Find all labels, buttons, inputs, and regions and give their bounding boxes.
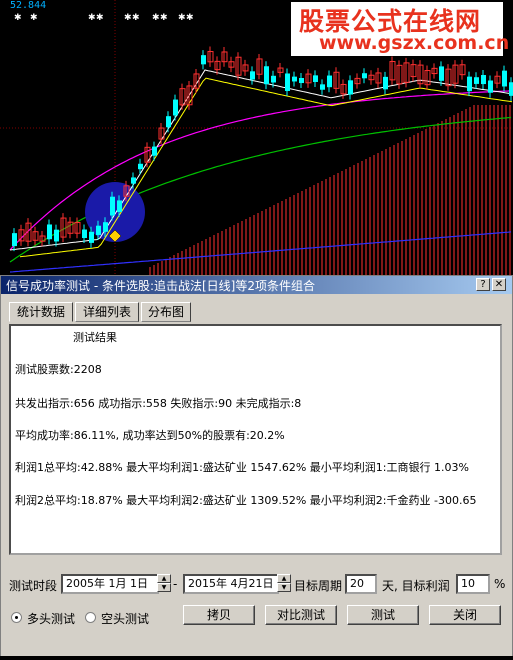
candle-body — [47, 224, 52, 240]
ma-magenta-line — [9, 90, 512, 251]
signal-mark: ✱ — [88, 13, 96, 23]
start-date-spinner[interactable]: ▲ ▼ — [157, 574, 171, 594]
candle-body — [138, 163, 143, 170]
compare-test-button[interactable]: 对比测试 — [265, 605, 337, 625]
dialog-title: 信号成功率测试 - 条件选股:追击战法[日线]等2项条件组合 — [6, 279, 316, 293]
tab-statistics[interactable]: 统计数据 — [9, 302, 73, 322]
result-profit1: 利润1总平均:42.88% 最大平均利润1:盛达矿业 1547.62% 最小平均… — [15, 461, 469, 474]
signal-mark: ✱ — [178, 13, 186, 23]
results-heading: 测试结果 — [73, 331, 117, 344]
candle-body — [96, 225, 101, 235]
bottom-strip — [0, 656, 513, 660]
candle-body — [383, 76, 388, 90]
candle-body — [82, 229, 87, 239]
tab-detail-list[interactable]: 详细列表 — [75, 302, 139, 322]
signal-mark: ✱ — [96, 13, 104, 23]
candle-body — [173, 99, 178, 116]
candle-body — [509, 82, 513, 96]
candle-body — [285, 73, 290, 91]
tab-distribution[interactable]: 分布图 — [141, 302, 191, 322]
period-label: 测试时段 — [9, 579, 58, 593]
candle-body — [474, 77, 479, 84]
candle-body — [12, 233, 17, 247]
target-profit-label: 天, 目标利润 — [382, 579, 450, 593]
candle-body — [327, 75, 332, 88]
ma-white-line — [9, 69, 512, 251]
watermark-url: www.gszx.com.cn — [319, 32, 510, 54]
close-button[interactable]: 关闭 — [429, 605, 501, 625]
candle-body — [313, 75, 318, 82]
candle-body — [362, 73, 367, 79]
close-window-button[interactable]: ✕ — [492, 278, 506, 291]
candle-body — [292, 76, 297, 82]
signal-marks: ✱ ✱ ✱ ✱ ✱ ✱ ✱ ✱ ✱ ✱ — [14, 13, 194, 23]
target-profit-input[interactable]: 10 — [456, 574, 490, 594]
signal-mark: ✱ — [124, 13, 132, 23]
candle-body — [481, 75, 486, 85]
results-panel: 测试结果 测试股票数:2208 共发出指示:656 成功指示:558 失败指示:… — [9, 324, 502, 555]
candle-body — [131, 177, 136, 184]
candle-body — [320, 84, 325, 90]
candle-body — [166, 116, 171, 128]
copy-button[interactable]: 拷贝 — [183, 605, 255, 625]
signal-mark: ✱ — [160, 13, 168, 23]
target-period-label: 目标周期 — [294, 579, 343, 593]
candle-body — [54, 229, 59, 242]
target-period-input[interactable]: 20 — [345, 574, 377, 594]
run-test-button[interactable]: 测试 — [347, 605, 419, 625]
radio-short-test[interactable] — [85, 612, 96, 623]
watermark: 股票公式在线网 www.gszx.com.cn — [291, 2, 509, 56]
result-profit2: 利润2总平均:18.87% 最大平均利润2:盛达矿业 1309.52% 最小平均… — [15, 494, 477, 507]
end-date-input[interactable]: 2015年 4月21日 — [183, 574, 279, 594]
end-date-spinner[interactable]: ▲ ▼ — [277, 574, 291, 594]
candle-body — [152, 146, 157, 156]
candle-body — [103, 222, 108, 232]
candle-body — [502, 70, 507, 87]
price-readout: 52.844 — [10, 0, 47, 11]
radio-long-test[interactable] — [11, 612, 22, 623]
signal-mark: ✱ — [152, 13, 160, 23]
candle-body — [439, 66, 444, 81]
candle-body — [117, 200, 122, 212]
ma-green-line — [9, 116, 512, 263]
date-dash: - — [173, 577, 178, 591]
signal-test-dialog: 信号成功率测试 - 条件选股:追击战法[日线]等2项条件组合 ? ✕ 统计数据 … — [0, 275, 513, 658]
result-stock-count: 测试股票数:2208 — [15, 363, 102, 376]
result-success-rate: 平均成功率:86.11%, 成功率达到50%的股票有:20.2% — [15, 429, 285, 442]
candle-body — [299, 78, 304, 84]
candle-body — [488, 80, 493, 93]
signal-mark: ✱ — [14, 13, 22, 23]
candle-body — [271, 75, 276, 83]
candle-body — [348, 80, 353, 95]
start-date-input[interactable]: 2005年 1月 1日 — [61, 574, 159, 594]
signal-mark: ✱ — [132, 13, 140, 23]
result-signals: 共发出指示:656 成功指示:558 失败指示:90 未完成指示:8 — [15, 397, 302, 410]
candle-body — [201, 55, 206, 65]
candle-body — [89, 231, 94, 243]
candle-body — [264, 66, 269, 85]
signal-mark: ✱ — [30, 13, 38, 23]
signal-mark: ✱ — [186, 13, 194, 23]
radio-long-label[interactable]: 多头测试 — [27, 610, 75, 627]
help-button[interactable]: ? — [476, 278, 490, 291]
title-bar[interactable]: 信号成功率测试 - 条件选股:追击战法[日线]等2项条件组合 ? ✕ — [1, 276, 512, 294]
candle-body — [467, 76, 472, 92]
candle-body — [250, 71, 255, 80]
candle-body — [110, 196, 115, 216]
radio-short-label[interactable]: 空头测试 — [101, 610, 149, 627]
percent-sign: % — [494, 577, 506, 591]
